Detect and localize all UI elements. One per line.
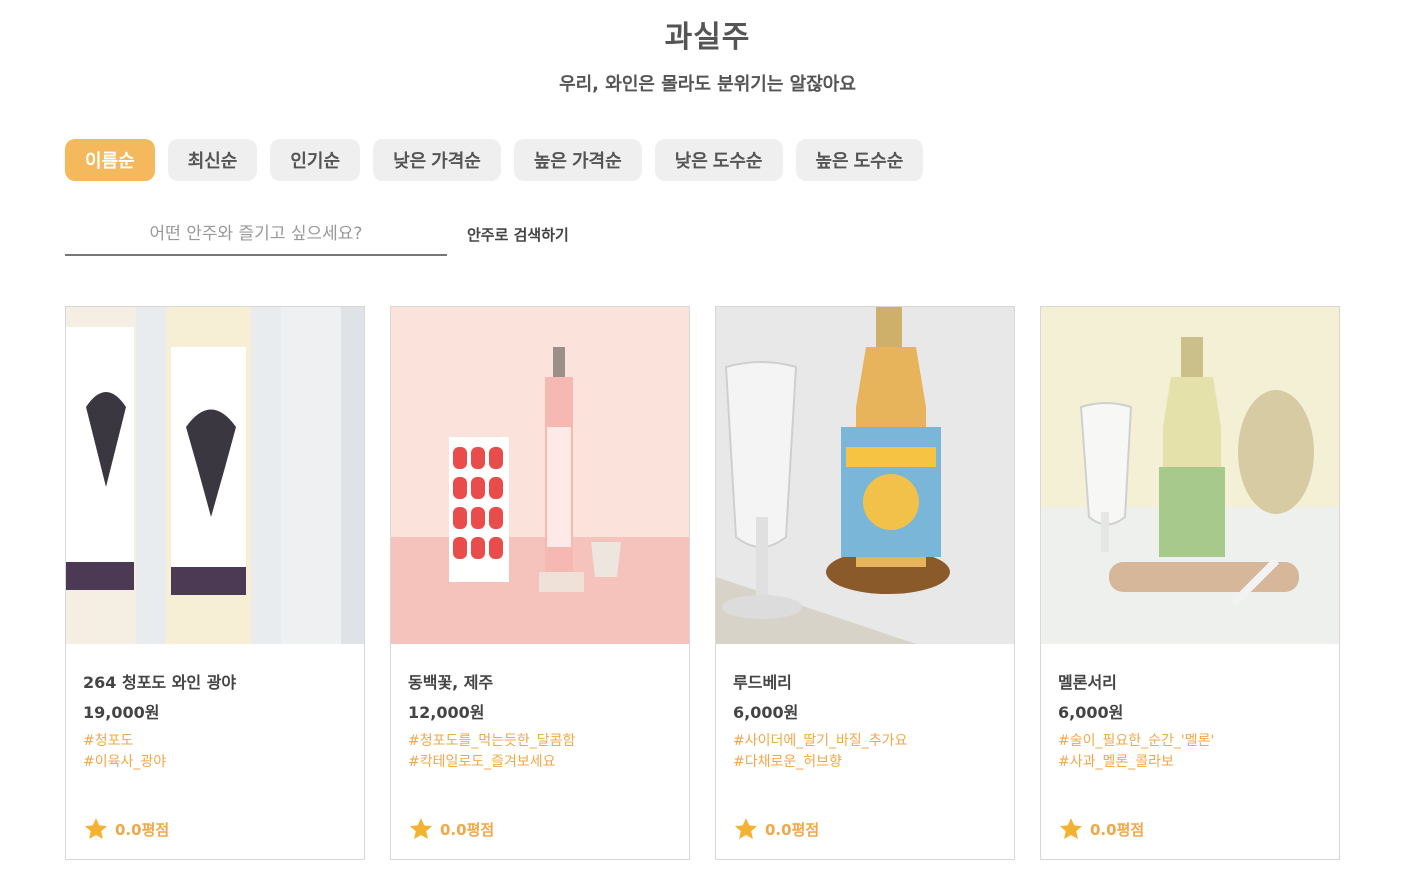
product-tag[interactable]: #사과_멜론_콜라보 (1058, 752, 1214, 773)
product-price: 6,000원 (1058, 703, 1124, 722)
rude-berry-cider-image (716, 307, 1014, 644)
product-rating: 0.0평점 (83, 816, 169, 842)
product-tag[interactable]: #이육사_광야 (83, 752, 166, 773)
product-card[interactable]: 동백꽃, 제주 12,000원 #청포도를_먹는듯한_달콤함 #칵테일로도_즐겨… (390, 306, 690, 860)
sort-by-popularity-button[interactable]: 인기순 (270, 139, 361, 181)
melon-cider-image (1041, 307, 1339, 644)
product-price: 6,000원 (733, 703, 799, 722)
product-tag[interactable]: #칵테일로도_즐겨보세요 (408, 752, 575, 773)
product-tag[interactable]: #다채로운_허브향 (733, 752, 907, 773)
star-icon (1059, 818, 1083, 839)
snack-search-button[interactable]: 안주로 검색하기 (467, 224, 569, 245)
product-tags: #청포도를_먹는듯한_달콤함 #칵테일로도_즐겨보세요 (408, 731, 575, 773)
camellia-wine-image (391, 307, 689, 644)
product-price: 12,000원 (408, 703, 485, 722)
product-rating: 0.0평점 (1058, 816, 1144, 842)
product-tag[interactable]: #사이더에_딸기_바질_추가요 (733, 731, 907, 752)
product-tag[interactable]: #술이_필요한_순간_'멜론' (1058, 731, 1214, 752)
product-tags: #청포도 #이육사_광야 (83, 731, 166, 773)
product-tags: #술이_필요한_순간_'멜론' #사과_멜론_콜라보 (1058, 731, 1214, 773)
rating-text: 0.0평점 (115, 820, 170, 839)
product-rating: 0.0평점 (733, 816, 819, 842)
sort-by-low-abv-button[interactable]: 낮은 도수순 (654, 139, 783, 181)
sort-by-high-abv-button[interactable]: 높은 도수순 (795, 139, 924, 181)
sort-by-name-button[interactable]: 이름순 (65, 139, 155, 181)
product-image[interactable] (716, 307, 1014, 644)
star-icon (409, 818, 433, 839)
page-subtitle: 우리, 와인은 몰라도 분위기는 알잖아요 (559, 74, 856, 95)
rating-text: 0.0평점 (765, 820, 820, 839)
product-name[interactable]: 멜론서리 (1058, 669, 1117, 693)
sort-bar: 이름순 최신순 인기순 낮은 가격순 높은 가격순 낮은 도수순 높은 도수순 (65, 139, 924, 181)
product-rating: 0.0평점 (408, 816, 494, 842)
product-image[interactable] (1041, 307, 1339, 644)
product-price: 19,000원 (83, 703, 160, 722)
page-title: 과실주 (664, 20, 751, 55)
rating-text: 0.0평점 (1090, 820, 1145, 839)
product-tags: #사이더에_딸기_바질_추가요 #다채로운_허브향 (733, 731, 907, 773)
star-icon (734, 818, 758, 839)
product-image[interactable] (391, 307, 689, 644)
product-card[interactable]: 멜론서리 6,000원 #술이_필요한_순간_'멜론' #사과_멜론_콜라보 0… (1040, 306, 1340, 860)
star-icon (84, 818, 108, 839)
sort-by-low-price-button[interactable]: 낮은 가격순 (373, 139, 501, 181)
sort-by-high-price-button[interactable]: 높은 가격순 (513, 139, 642, 181)
sort-by-newest-button[interactable]: 최신순 (167, 139, 258, 181)
product-name[interactable]: 루드베리 (733, 669, 792, 693)
search-field-wrapper (65, 213, 447, 256)
product-card[interactable]: 264 청포도 와인 광야 19,000원 #청포도 #이육사_광야 0.0평점 (65, 306, 365, 860)
product-list: 264 청포도 와인 광야 19,000원 #청포도 #이육사_광야 0.0평점 (65, 306, 1340, 860)
rating-text: 0.0평점 (440, 820, 495, 839)
product-name[interactable]: 264 청포도 와인 광야 (83, 669, 236, 693)
wine-bottles-image (66, 307, 364, 644)
product-name[interactable]: 동백꽃, 제주 (408, 669, 493, 693)
product-card[interactable]: 루드베리 6,000원 #사이더에_딸기_바질_추가요 #다채로운_허브향 0.… (715, 306, 1015, 860)
product-tag[interactable]: #청포도 (83, 731, 166, 752)
product-tag[interactable]: #청포도를_먹는듯한_달콤함 (408, 731, 575, 752)
snack-search-input[interactable] (65, 213, 447, 254)
product-image[interactable] (66, 307, 364, 644)
